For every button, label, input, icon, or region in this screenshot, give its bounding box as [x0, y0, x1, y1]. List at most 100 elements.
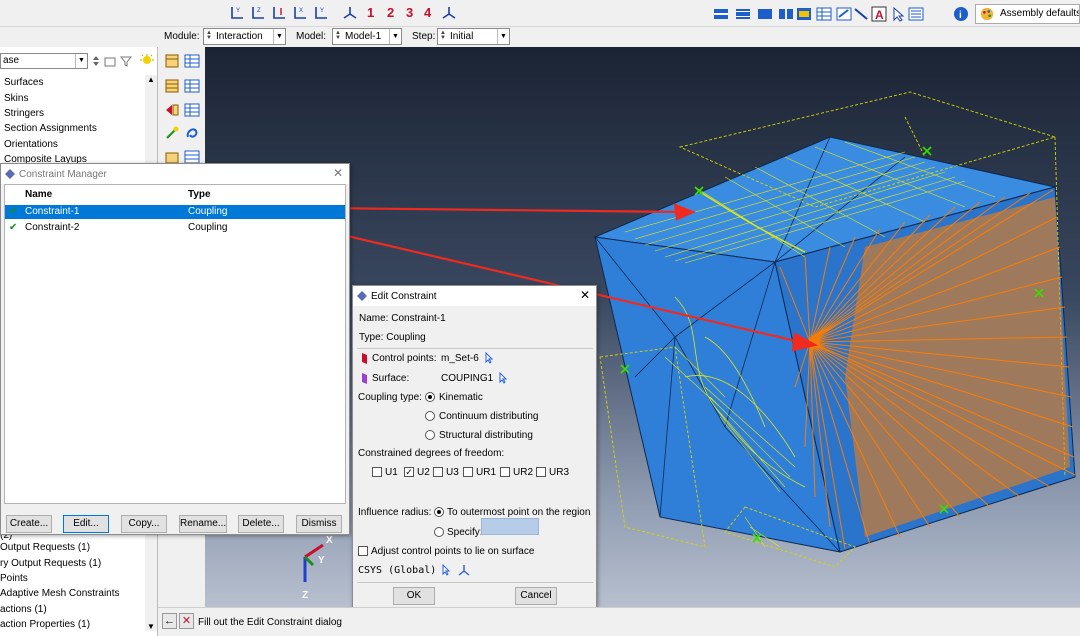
create-property-icon[interactable] — [164, 78, 180, 94]
adjust-control-points-label[interactable]: Adjust control points to lie on surface — [371, 546, 534, 557]
constraint-manager-titlebar[interactable]: Constraint Manager ✕ — [1, 164, 349, 184]
tree-item-time-points[interactable]: Points — [0, 573, 28, 584]
dof-ur3-checkbox[interactable] — [536, 467, 546, 477]
render-style-hidden-icon[interactable] — [735, 6, 751, 22]
column-header-type[interactable]: Type — [188, 189, 211, 200]
model-combo[interactable]: ▲ ▼ Model-1 ▼ — [332, 28, 402, 45]
axes-icon[interactable] — [441, 5, 457, 21]
coupling-structural-radio[interactable] — [425, 430, 435, 440]
table-row[interactable]: ✔ Constraint-2 Coupling — [5, 221, 345, 235]
cancel-x-icon[interactable]: ✕ — [179, 613, 194, 629]
tree-item-interactions[interactable]: actions (1) — [0, 604, 47, 615]
dof-u1-checkbox[interactable] — [372, 467, 382, 477]
csys-axes-icon[interactable] — [458, 564, 470, 576]
influence-outermost-radio[interactable] — [434, 507, 444, 517]
layout-icon[interactable] — [908, 6, 924, 22]
tree-item-adaptive-mesh-constraints[interactable]: Adaptive Mesh Constraints — [0, 588, 120, 599]
coupling-continuum-label[interactable]: Continuum distributing — [439, 411, 539, 422]
scroll-down-icon[interactable]: ▼ — [147, 622, 155, 631]
tree-item-section-assignments[interactable]: Section Assignments — [4, 123, 97, 134]
constraint-list[interactable]: Name Type ✔ Constraint-1 Coupling ✔ Cons… — [4, 184, 346, 504]
tree-item-interaction-properties[interactable]: action Properties (1) — [0, 619, 90, 630]
create-interaction-icon[interactable] — [164, 53, 180, 69]
dof-u3-checkbox[interactable] — [433, 467, 443, 477]
copy-button[interactable]: Copy... — [121, 515, 167, 533]
connector-assign-icon[interactable] — [184, 125, 200, 141]
tree-item-skins[interactable]: Skins — [4, 93, 28, 104]
influence-radius-input[interactable] — [481, 518, 539, 535]
cancel-button[interactable]: Cancel — [515, 587, 557, 605]
constraint-manager-icon[interactable] — [184, 102, 200, 118]
dof-u1-label[interactable]: U1 — [385, 467, 398, 478]
dof-ur2-label[interactable]: UR2 — [513, 467, 533, 478]
tree-folder-icon[interactable] — [104, 55, 116, 67]
view-xy-icon[interactable]: Y — [229, 5, 245, 21]
create-constraint-icon[interactable] — [164, 102, 180, 118]
ok-button[interactable]: OK — [393, 587, 435, 605]
coupling-structural-label[interactable]: Structural distributing — [439, 430, 533, 441]
edit-constraint-titlebar[interactable]: Edit Constraint ✕ — [353, 286, 596, 306]
line-tool-icon[interactable] — [853, 6, 869, 22]
tree-highlight-icon[interactable] — [140, 54, 154, 68]
close-icon[interactable]: ✕ — [333, 166, 343, 180]
render-style-edges-icon[interactable] — [778, 6, 794, 22]
dof-u2-label[interactable]: U2 — [417, 467, 430, 478]
property-manager-icon[interactable] — [184, 78, 200, 94]
tree-item-stringers[interactable]: Stringers — [4, 108, 44, 119]
view-zx-icon[interactable]: X — [292, 5, 308, 21]
text-annotation-icon[interactable]: A — [871, 6, 887, 22]
render-style-shaded-icon[interactable] — [757, 6, 773, 22]
rename-button[interactable]: Rename... — [179, 515, 227, 533]
tree-item-surfaces[interactable]: Surfaces — [4, 77, 43, 88]
render-style-wireframe-icon[interactable] — [713, 6, 729, 22]
table-icon[interactable] — [816, 6, 832, 22]
view-button-3[interactable]: 3 — [406, 5, 413, 20]
select-arrow-icon[interactable] — [441, 564, 451, 576]
select-arrow-icon[interactable] — [498, 372, 508, 384]
view-yz-icon[interactable]: Z — [250, 5, 266, 21]
step-combo[interactable]: ▲ ▼ Initial ▼ — [437, 28, 510, 45]
view-button-2[interactable]: 2 — [387, 5, 394, 20]
view-button-4[interactable]: 4 — [424, 5, 431, 20]
coupling-kinematic-label[interactable]: Kinematic — [439, 392, 483, 403]
influence-outermost-label[interactable]: To outermost point on the region — [447, 507, 590, 518]
select-arrow-icon[interactable] — [484, 352, 494, 364]
assembly-defaults-combo[interactable]: Assembly defaults — [975, 4, 1080, 24]
table-row[interactable]: ✔ Constraint-1 Coupling — [5, 205, 345, 219]
create-connector-icon[interactable] — [164, 125, 180, 141]
tree-item-history-output-requests[interactable]: ry Output Requests (1) — [0, 558, 101, 569]
dismiss-button[interactable]: Dismiss — [296, 515, 342, 533]
view-yx-icon[interactable] — [271, 5, 287, 21]
view-button-1[interactable]: 1 — [367, 5, 374, 20]
delete-button[interactable]: Delete... — [238, 515, 284, 533]
dof-u2-checkbox[interactable]: ✓ — [404, 467, 414, 477]
edit-button[interactable]: Edit... — [63, 515, 109, 533]
dof-ur2-checkbox[interactable] — [500, 467, 510, 477]
adjust-control-points-checkbox[interactable] — [358, 546, 368, 556]
interaction-manager-icon[interactable] — [184, 53, 200, 69]
iso-view-icon[interactable] — [342, 5, 358, 21]
dof-ur1-checkbox[interactable] — [463, 467, 473, 477]
display-group-icon[interactable] — [796, 6, 812, 22]
tree-filter-icon[interactable] — [120, 55, 132, 67]
close-icon[interactable]: ✕ — [580, 288, 590, 302]
dof-ur1-label[interactable]: UR1 — [476, 467, 496, 478]
info-icon[interactable]: i — [953, 6, 969, 22]
column-header-name[interactable]: Name — [25, 189, 52, 200]
create-button[interactable]: Create... — [6, 515, 52, 533]
scroll-up-icon[interactable]: ▲ — [147, 75, 155, 84]
coupling-kinematic-radio[interactable] — [425, 392, 435, 402]
tree-expand-icon[interactable] — [90, 55, 102, 67]
view-zy-icon[interactable]: Y — [313, 5, 329, 21]
influence-specify-label[interactable]: Specify: — [447, 527, 483, 538]
query-icon[interactable] — [836, 6, 852, 22]
tree-item-field-output-requests[interactable]: Output Requests (1) — [0, 542, 90, 553]
back-arrow-icon[interactable]: ← — [162, 613, 177, 629]
tree-filter-combo[interactable]: ase ▼ — [0, 53, 88, 69]
dof-ur3-label[interactable]: UR3 — [549, 467, 569, 478]
coupling-continuum-radio[interactable] — [425, 411, 435, 421]
select-arrow-icon[interactable] — [890, 6, 906, 22]
influence-specify-radio[interactable] — [434, 527, 444, 537]
dof-u3-label[interactable]: U3 — [446, 467, 459, 478]
module-combo[interactable]: ▲ ▼ Interaction ▼ — [203, 28, 286, 45]
